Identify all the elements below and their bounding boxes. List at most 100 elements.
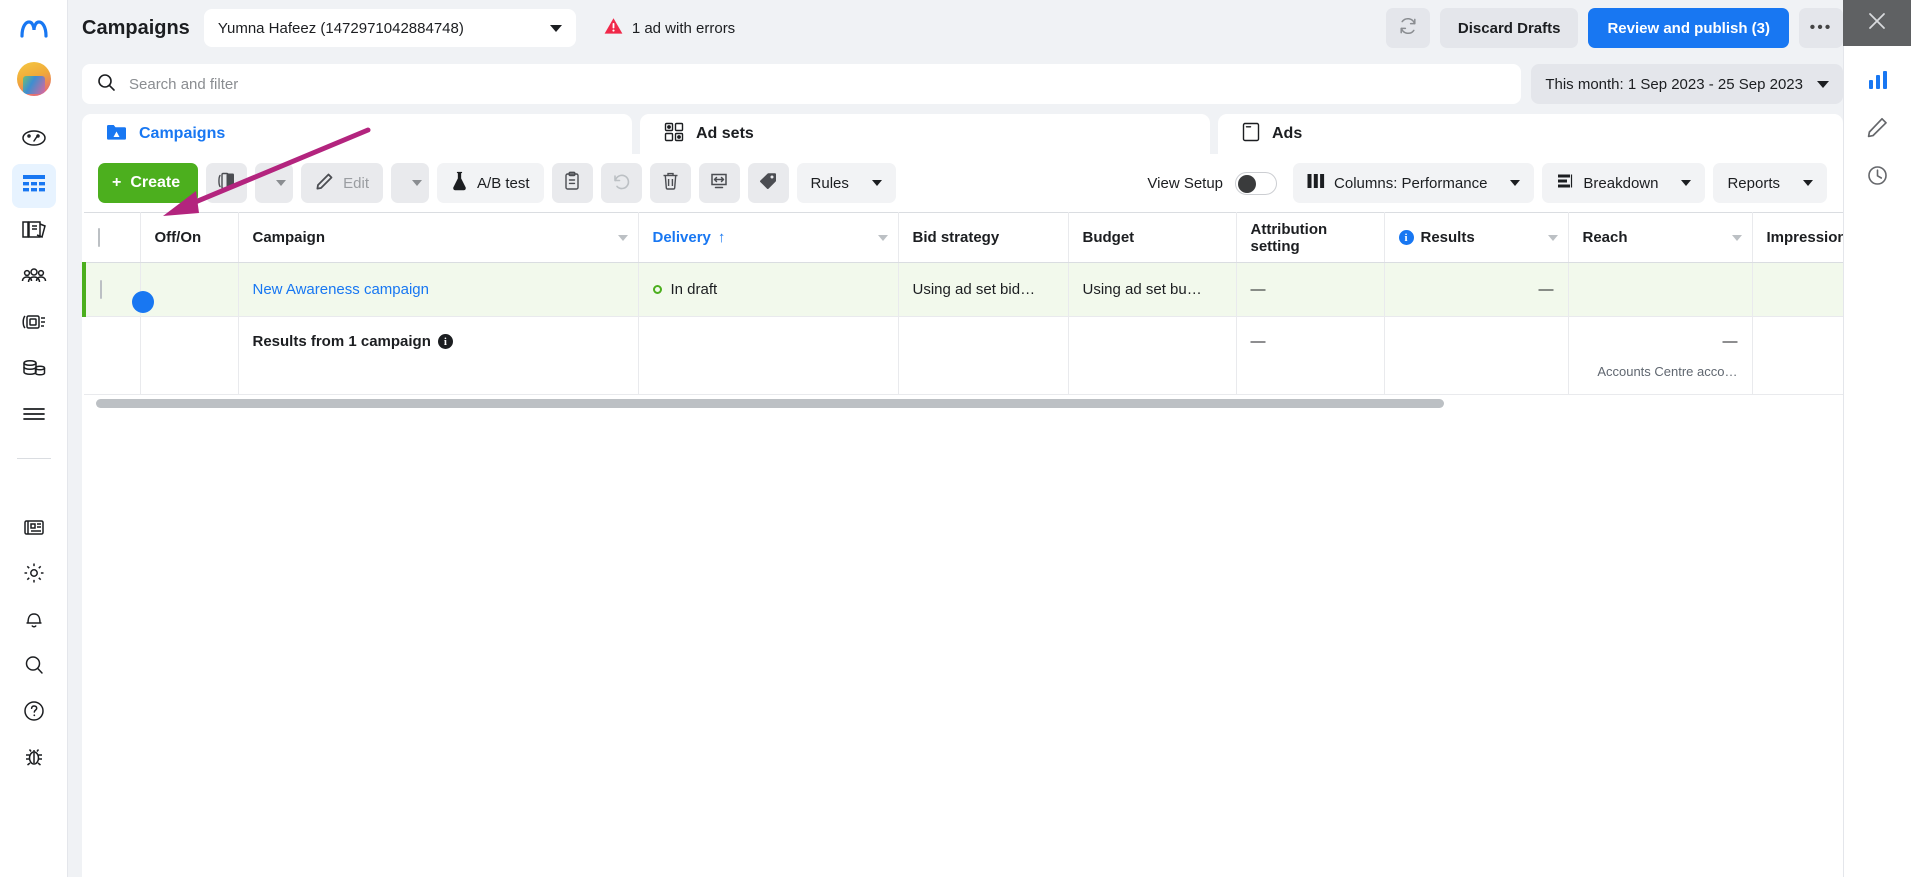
ads-manager-app: Campaigns Yumna Hafeez (1472971042884748… [0,0,1911,877]
column-header-budget: Budget [1068,213,1236,263]
select-all-checkbox[interactable] [98,228,100,247]
summary-budget-cell [1068,317,1236,395]
sidebar-item-library[interactable] [12,210,56,254]
column-header-campaign[interactable]: Campaign [238,213,638,263]
sidebar-item-dashboard[interactable] [12,118,56,162]
ads-card-icon [1242,122,1260,147]
review-and-publish-button[interactable]: Review and publish (3) [1588,8,1789,48]
chevron-down-icon [1817,81,1829,88]
export-button[interactable] [699,163,740,203]
column-header-bid-strategy-label: Bid strategy [913,229,1000,246]
edit-button-label: Edit [343,175,369,192]
table-header: Off/On Campaign Delivery ↑ [84,213,1843,263]
date-range-selector[interactable]: This month: 1 Sep 2023 - 25 Sep 2023 [1531,64,1843,104]
duplicate-button[interactable] [206,163,247,203]
tab-ad-sets[interactable]: Ad sets [640,114,1210,154]
tab-ads[interactable]: Ads [1218,114,1843,154]
sidebar-item-settings[interactable] [12,553,56,597]
bug-icon [22,745,46,774]
error-notice[interactable]: 1 ad with errors [604,17,735,39]
column-header-campaign-label: Campaign [253,229,326,246]
column-header-attribution: Attribution setting [1236,213,1384,263]
table-empty-area [82,411,1843,877]
sidebar-item-news[interactable] [12,507,56,551]
campaign-name-link[interactable]: New Awareness campaign [253,281,429,298]
sort-ascending-icon: ↑ [718,229,726,246]
rules-button[interactable]: Rules [797,163,896,203]
tab-ads-label: Ads [1272,125,1302,143]
info-icon[interactable]: i [438,334,453,349]
ab-test-button[interactable]: A/B test [437,163,544,203]
info-icon[interactable]: i [1399,230,1414,245]
columns-button[interactable]: Columns: Performance [1293,163,1534,203]
breakdown-button[interactable]: Breakdown [1542,163,1705,203]
edit-button[interactable]: Edit [301,163,383,203]
insights-chart-button[interactable] [1856,60,1900,104]
discard-drafts-button[interactable]: Discard Drafts [1440,8,1579,48]
search-input[interactable]: Search and filter [82,64,1521,104]
sidebar-item-audiences[interactable] [12,256,56,300]
sidebar-item-ad-account[interactable] [12,302,56,346]
column-header-budget-label: Budget [1083,229,1135,246]
level-tabs: Campaigns Ad sets [68,112,1843,154]
sidebar-item-all-tools[interactable] [12,394,56,438]
sidebar-item-report-bug[interactable] [12,737,56,781]
edit-panel-button[interactable] [1856,108,1900,152]
summary-label: Results from 1 campaign [253,333,431,350]
sidebar-item-search[interactable] [12,645,56,689]
ab-test-label: A/B test [477,175,530,192]
scrollbar-track[interactable] [96,399,1829,408]
status-indicator-icon [653,285,662,294]
clipboard-button[interactable] [552,163,593,203]
table-horizontal-scrollbar[interactable] [82,395,1843,411]
column-header-reach[interactable]: Reach [1568,213,1752,263]
table-row[interactable]: New Awareness campaign In draft Using ad… [84,263,1843,317]
pencil-icon [1866,116,1889,144]
user-avatar[interactable] [17,62,51,96]
duplicate-dropdown-button[interactable] [255,163,293,203]
view-setup-toggle[interactable]: View Setup [1147,172,1277,195]
trash-icon [661,171,680,196]
sidebar-item-campaigns[interactable] [12,164,56,208]
search-placeholder: Search and filter [129,76,238,93]
account-selector[interactable]: Yumna Hafeez (1472971042884748) [204,9,576,47]
export-icon [709,171,729,196]
table-header-row: Off/On Campaign Delivery ↑ [84,213,1843,263]
reports-button[interactable]: Reports [1713,163,1827,203]
refresh-button[interactable] [1386,8,1430,48]
sort-caret-icon[interactable] [1732,235,1742,241]
scrollbar-thumb[interactable] [96,399,1444,408]
ad-account-icon [21,311,47,338]
campaign-toolbar: + Create [82,154,1843,212]
edit-dropdown-button[interactable] [391,163,429,203]
close-panel-button[interactable] [1843,0,1911,46]
sidebar-item-billing[interactable] [12,348,56,392]
search-icon [22,653,46,682]
sidebar-item-help[interactable] [12,691,56,735]
left-navigation-rail [0,0,68,877]
rail-divider [17,458,51,459]
history-panel-button[interactable] [1856,156,1900,200]
sort-caret-icon[interactable] [878,235,888,241]
sort-caret-icon[interactable] [1548,235,1558,241]
column-header-results[interactable]: i Results [1384,213,1568,263]
summary-impressions-cell [1752,317,1843,395]
delete-button[interactable] [650,163,691,203]
summary-attribution-cell: — [1236,317,1384,395]
budget-value: Using ad set bu… [1083,281,1222,298]
tab-campaigns[interactable]: Campaigns [82,114,632,154]
header-actions: Discard Drafts Review and publish (3) ••… [1386,8,1843,48]
sort-caret-icon[interactable] [618,235,628,241]
create-button[interactable]: + Create [98,163,198,203]
chevron-down-icon [1803,180,1813,186]
sidebar-item-notifications[interactable] [12,599,56,643]
summary-results-cell [1384,317,1568,395]
tag-button[interactable] [748,163,789,203]
summary-toggle-cell [140,317,238,395]
row-checkbox[interactable] [100,280,102,299]
column-header-delivery[interactable]: Delivery ↑ [638,213,898,263]
revert-button[interactable] [601,163,642,203]
more-options-button[interactable]: ••• [1799,8,1843,48]
view-setup-switch[interactable] [1235,172,1277,195]
bell-icon [22,607,46,636]
